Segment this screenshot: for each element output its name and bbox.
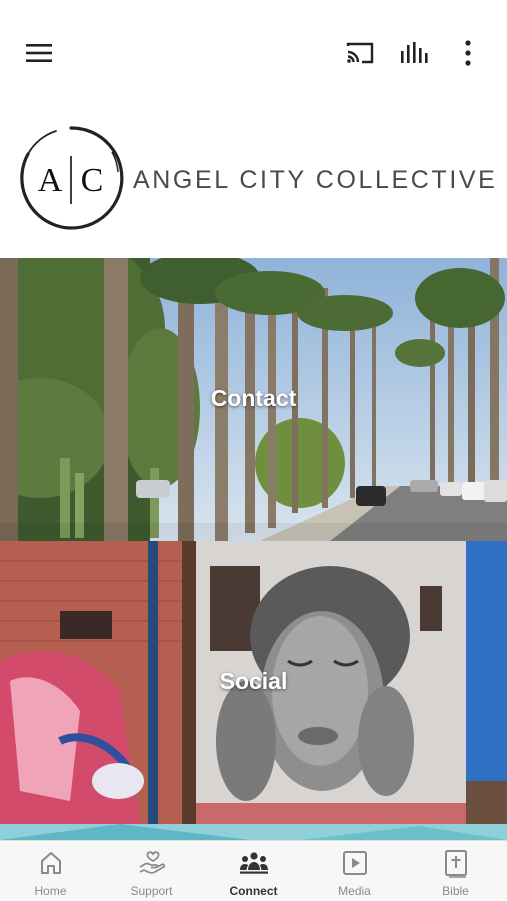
more-vertical-icon [465,40,471,66]
support-hand-heart-icon [139,851,165,874]
tab-support-label: Support [130,884,173,898]
audio-button[interactable] [392,26,436,80]
social-tile-label: Social [219,668,288,694]
logo-monogram-left: A [38,162,63,199]
status-bar [0,0,507,26]
cast-button[interactable] [338,26,382,80]
tab-bible[interactable]: Bible [405,841,506,901]
logo-monogram-right: C [81,162,104,199]
brand-name: ANGEL CITY COLLECTIVE [133,166,498,194]
more-options-button[interactable] [446,26,490,80]
hamburger-menu-icon [26,44,52,62]
contact-tile[interactable]: Contact [0,258,507,541]
tab-connect-label: Connect [229,884,278,898]
social-tile[interactable]: Social [0,541,507,824]
media-play-icon [342,851,367,875]
cast-icon [346,42,374,64]
tab-bible-label: Bible [442,884,469,898]
people-group-icon [239,852,268,874]
bible-icon [444,850,467,878]
home-icon [40,852,61,874]
menu-button[interactable] [17,26,61,80]
tab-media-label: Media [338,884,371,898]
logo-monogram: A C [20,126,124,230]
next-tile-peek [0,824,507,840]
tab-media[interactable]: Media [304,841,405,901]
tab-home-label: Home [34,884,67,898]
audio-bars-icon [401,42,428,63]
contact-tile-label: Contact [210,385,297,411]
tab-home[interactable]: Home [0,841,101,901]
brand-logo: A C ANGEL CITY COLLECTIVE [0,112,507,242]
bottom-tab-bar: Home Support Connect Media Bible [0,840,507,901]
app-bar [0,26,507,80]
tab-connect[interactable]: Connect [203,841,304,901]
tab-support[interactable]: Support [101,841,202,901]
